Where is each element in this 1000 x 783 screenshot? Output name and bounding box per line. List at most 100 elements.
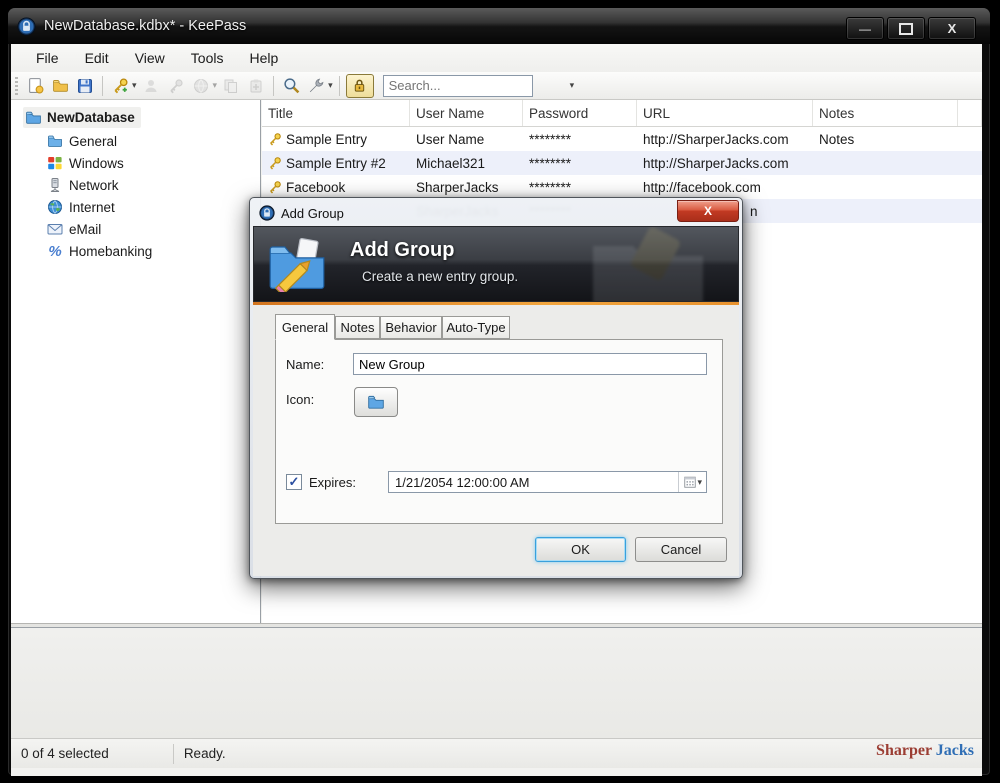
tab-general[interactable]: General: [275, 314, 335, 340]
menu-help[interactable]: Help: [236, 46, 291, 70]
minimize-button[interactable]: —: [846, 17, 884, 40]
cell-username: SharperJacks: [410, 175, 523, 199]
general-tab-panel: Name: Icon: ✓ Expires: 1/21/2054 12:00:0…: [275, 339, 723, 524]
cell-url: http://SharperJacks.com: [637, 151, 813, 175]
maximize-icon: [899, 23, 913, 35]
dialog-body: General Notes Behavior Auto-Type Name: I…: [253, 305, 739, 576]
column-header-notes[interactable]: Notes: [813, 100, 958, 126]
copy-entry-button[interactable]: [220, 75, 242, 97]
column-header-filler: [958, 100, 982, 126]
tree-item-label: Network: [69, 178, 119, 193]
group-icon-button[interactable]: [354, 387, 398, 417]
tab-notes[interactable]: Notes: [335, 316, 380, 339]
tree-item-homebanking[interactable]: % Homebanking: [47, 242, 260, 261]
column-header-title[interactable]: Title: [262, 100, 410, 126]
tree-item-label: Windows: [69, 156, 124, 171]
key-gray-icon: [168, 78, 184, 94]
save-button[interactable]: [74, 75, 96, 97]
menu-bar: File Edit View Tools Help: [11, 44, 982, 72]
expires-date-value: 1/21/2054 12:00:00 AM: [389, 475, 678, 490]
name-field-wrap: [353, 353, 707, 375]
tree-item-network[interactable]: Network: [47, 176, 260, 194]
find-button[interactable]: [280, 75, 302, 97]
menu-view[interactable]: View: [122, 46, 178, 70]
cell-notes: [813, 151, 958, 175]
cell-password: ********: [523, 127, 637, 151]
menu-file[interactable]: File: [23, 46, 72, 70]
tree-item-internet[interactable]: Internet: [47, 198, 260, 216]
menu-tools[interactable]: Tools: [178, 46, 237, 70]
lock-icon: [352, 78, 367, 93]
dialog-titlebar[interactable]: Add Group: [253, 200, 739, 226]
tab-behavior[interactable]: Behavior: [380, 316, 442, 339]
tree-item-newdatabase[interactable]: NewDatabase: [23, 107, 141, 128]
column-header-url[interactable]: URL: [637, 100, 813, 126]
selection-status: 0 of 4 selected: [11, 746, 119, 761]
dialog-title: Add Group: [281, 206, 344, 221]
column-header-password[interactable]: Password: [523, 100, 637, 126]
globe-icon: [47, 199, 63, 215]
url-dropdown-icon[interactable]: ▾: [213, 80, 218, 91]
search-dropdown-icon[interactable]: ▾: [570, 80, 575, 91]
user-icon: [143, 78, 159, 94]
edit-entry-button[interactable]: [140, 75, 162, 97]
tree-item-windows[interactable]: Windows: [47, 154, 260, 172]
tree-item-label: Internet: [69, 200, 115, 215]
database-folder-icon: [25, 109, 42, 126]
cell-url: http://facebook.com: [637, 175, 813, 199]
tree-item-general[interactable]: General: [47, 132, 260, 150]
minimize-icon: —: [859, 22, 871, 36]
cell-title: Facebook: [286, 180, 345, 195]
expires-checkbox[interactable]: ✓: [286, 474, 302, 490]
cell-password: ********: [523, 151, 637, 175]
cell-username: User Name: [410, 127, 523, 151]
table-row[interactable]: Facebook SharperJacks ******** http://fa…: [262, 175, 982, 199]
ready-status: Ready.: [174, 746, 236, 761]
group-name-input[interactable]: [354, 354, 706, 374]
window-titlebar[interactable]: NewDatabase.kdbx* - KeePass — X: [8, 8, 990, 44]
calendar-dropdown-button[interactable]: ▾: [678, 472, 706, 492]
entry-key-icon: [268, 156, 282, 170]
percent-icon: %: [47, 243, 63, 260]
search-combobox[interactable]: ▾: [383, 75, 533, 97]
search-input[interactable]: [384, 78, 570, 93]
tools-button[interactable]: [305, 75, 327, 97]
checkmark-icon: ✓: [289, 474, 300, 490]
cell-notes: [813, 175, 958, 199]
toolbar: ▾ ▾ ▾ ▾: [11, 72, 982, 100]
screen: NewDatabase.kdbx* - KeePass — X File Edi…: [0, 0, 1000, 783]
add-entry-button[interactable]: [109, 75, 131, 97]
banner-title: Add Group: [350, 239, 454, 262]
lock-workspace-button[interactable]: [346, 74, 374, 98]
add-entry-dropdown-icon[interactable]: ▾: [132, 80, 137, 91]
ok-button[interactable]: OK: [535, 537, 626, 562]
dialog-close-button[interactable]: X: [677, 200, 739, 222]
dialog-banner: Add Group Create a new entry group.: [253, 226, 739, 302]
open-database-button[interactable]: [49, 75, 71, 97]
search-icon: [283, 77, 300, 94]
tools-dropdown-icon[interactable]: ▾: [328, 80, 333, 91]
column-header-username[interactable]: User Name: [410, 100, 523, 126]
maximize-button[interactable]: [887, 17, 925, 40]
add-group-folder-pencil-icon: [266, 236, 328, 292]
window-title: NewDatabase.kdbx* - KeePass: [44, 18, 246, 34]
tree-item-label: NewDatabase: [47, 110, 135, 125]
paste-entry-button[interactable]: [245, 75, 267, 97]
menu-edit[interactable]: Edit: [72, 46, 122, 70]
table-row[interactable]: Sample Entry User Name ******** http://S…: [262, 127, 982, 151]
new-database-icon: [27, 77, 44, 94]
tab-auto-type[interactable]: Auto-Type: [442, 316, 510, 339]
close-button[interactable]: X: [928, 17, 976, 40]
new-database-button[interactable]: [24, 75, 46, 97]
envelope-icon: [47, 221, 63, 237]
entry-list-header: Title User Name Password URL Notes: [262, 100, 982, 127]
expires-date-field[interactable]: 1/21/2054 12:00:00 AM ▾: [388, 471, 707, 493]
cancel-button[interactable]: Cancel: [635, 537, 727, 562]
add-entry-key-icon: [112, 77, 129, 94]
url-open-button[interactable]: [190, 75, 212, 97]
tree-item-label: eMail: [69, 222, 101, 237]
tree-item-email[interactable]: eMail: [47, 220, 260, 238]
save-icon: [77, 78, 93, 94]
duplicate-entry-button[interactable]: [165, 75, 187, 97]
table-row[interactable]: Sample Entry #2 Michael321 ******** http…: [262, 151, 982, 175]
